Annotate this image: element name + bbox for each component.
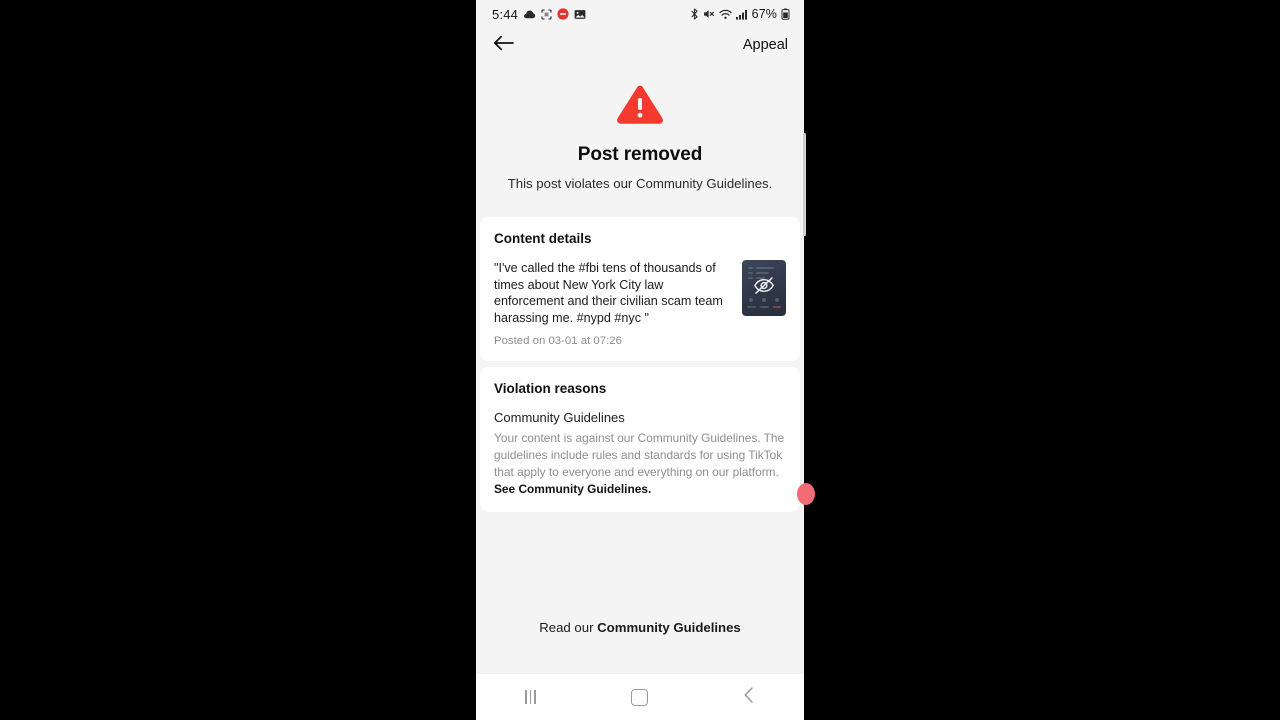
- footer-prefix-label: Read our: [539, 620, 598, 635]
- post-text: "I've called the #fbi tens of thousands …: [494, 261, 723, 326]
- wifi-icon: [719, 9, 732, 20]
- eye-off-icon: [753, 277, 775, 300]
- footer-guidelines-link[interactable]: Read our Community Guidelines: [476, 620, 804, 635]
- mute-icon: [703, 8, 715, 20]
- hero-section: Post removed This post violates our Comm…: [476, 62, 804, 217]
- status-bar-clock: 5:44: [492, 6, 519, 22]
- home-button[interactable]: [611, 677, 669, 717]
- cloud-icon: [523, 9, 536, 20]
- edge-scrollbar[interactable]: [803, 133, 806, 236]
- status-bar-left: 5:44: [492, 7, 586, 22]
- battery-icon: [781, 8, 790, 20]
- content-details-row: "I've called the #fbi tens of thousands …: [494, 260, 786, 347]
- phone-viewport: 5:44 67% Appeal Post removed This post v…: [476, 0, 804, 720]
- screenshot-icon: [541, 8, 552, 20]
- back-arrow-icon: [493, 34, 515, 57]
- android-nav-bar: [476, 673, 804, 720]
- signal-icon: [735, 9, 748, 20]
- violation-reason-body-text: Your content is against our Community Gu…: [494, 430, 785, 479]
- photo-icon: [574, 9, 586, 20]
- notification-badge-icon: [557, 8, 569, 20]
- violation-reason-body: Your content is against our Community Gu…: [494, 430, 786, 498]
- post-timestamp: Posted on 03-01 at 07:26: [494, 334, 622, 347]
- back-button[interactable]: [490, 31, 518, 59]
- bluetooth-icon: [690, 8, 699, 20]
- nav-back-button[interactable]: [720, 677, 778, 717]
- post-thumbnail[interactable]: [742, 260, 786, 316]
- content-details-card: Content details "I've called the #fbi te…: [480, 217, 800, 361]
- battery-percent-label: 67%: [751, 7, 777, 21]
- app-bar: Appeal: [476, 28, 804, 62]
- see-community-guidelines-link[interactable]: See Community Guidelines.: [494, 482, 651, 496]
- nav-back-icon: [742, 686, 756, 709]
- home-icon: [631, 688, 649, 706]
- content-details-heading: Content details: [494, 231, 592, 246]
- status-bar-right: 67%: [690, 7, 790, 21]
- warning-triangle-icon: [492, 84, 788, 126]
- footer-link-label[interactable]: Community Guidelines: [597, 620, 741, 635]
- hero-title: Post removed: [577, 144, 703, 165]
- hero-subtitle: This post violates our Community Guideli…: [507, 176, 773, 191]
- violation-reasons-card: Violation reasons Community Guidelines Y…: [480, 366, 800, 512]
- screen-root: 5:44 67% Appeal Post removed This post v…: [0, 0, 1280, 720]
- violation-reasons-heading: Violation reasons: [494, 380, 607, 396]
- violation-reason-title: Community Guidelines: [494, 409, 625, 425]
- content-details-text-block: "I've called the #fbi tens of thousands …: [494, 260, 730, 347]
- recents-icon: [525, 690, 537, 704]
- status-bar: 5:44 67%: [476, 0, 804, 28]
- page-title: Appeal: [742, 37, 788, 53]
- edge-floating-dot[interactable]: [797, 483, 815, 505]
- recents-button[interactable]: [502, 677, 560, 717]
